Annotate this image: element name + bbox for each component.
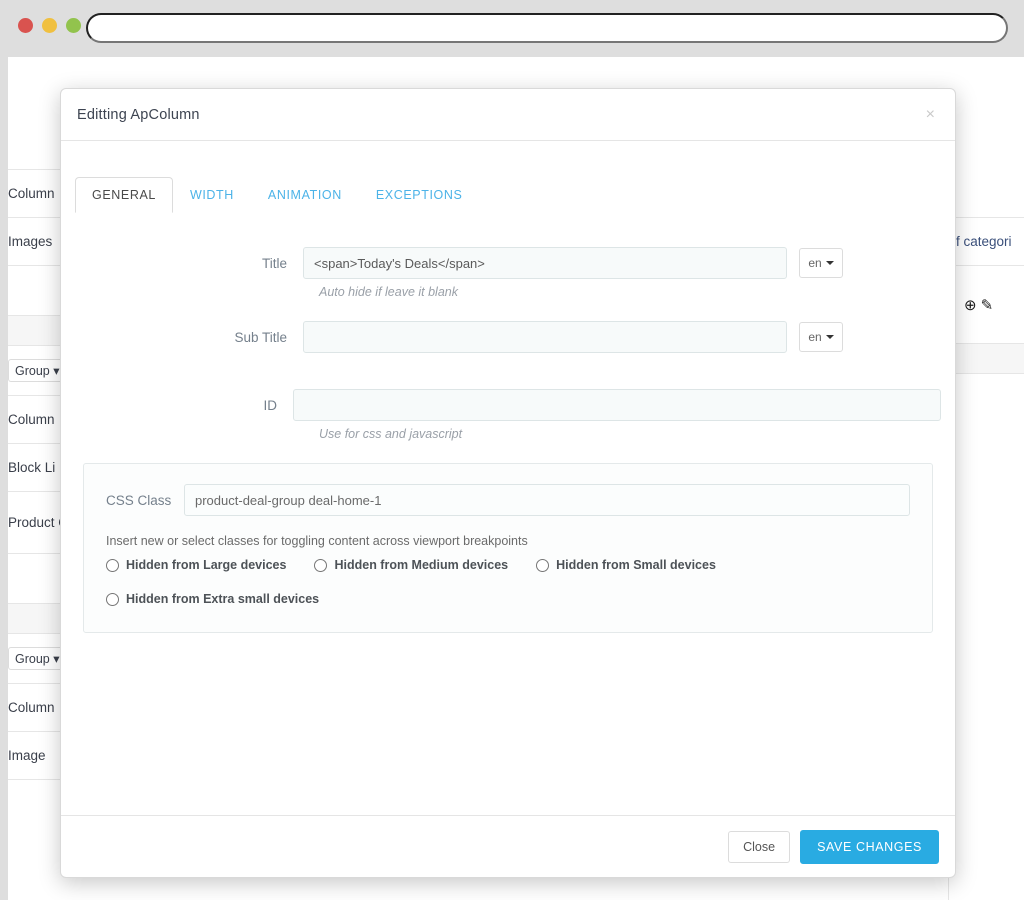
- css-class-panel: CSS Class Insert new or select classes f…: [83, 463, 933, 633]
- close-window-button[interactable]: [18, 18, 33, 33]
- title-input[interactable]: [303, 247, 787, 279]
- css-class-row: CSS Class: [106, 484, 910, 516]
- radio-hidden-large-input[interactable]: [106, 558, 119, 572]
- radio-hidden-small[interactable]: Hidden from Small devices: [536, 558, 716, 572]
- title-language-label: en: [808, 256, 822, 270]
- radio-hidden-small-label: Hidden from Small devices: [556, 558, 716, 572]
- tab-width[interactable]: WIDTH: [173, 177, 251, 213]
- radio-hidden-extra-small-label: Hidden from Extra small devices: [126, 592, 320, 606]
- css-class-input[interactable]: [184, 484, 910, 516]
- css-class-label: CSS Class: [106, 492, 172, 508]
- radio-hidden-medium-input[interactable]: [314, 558, 328, 572]
- address-bar-input[interactable]: [86, 13, 1008, 43]
- save-changes-button[interactable]: SAVE CHANGES: [800, 829, 939, 864]
- id-field-row: ID: [75, 389, 941, 421]
- radio-hidden-medium[interactable]: Hidden from Medium devices: [314, 558, 508, 572]
- zoom-window-button[interactable]: [66, 18, 81, 33]
- title-field-row: Title en: [75, 247, 941, 279]
- subtitle-field-row: Sub Title en: [75, 321, 941, 353]
- radio-hidden-extra-small[interactable]: Hidden from Extra small devices: [106, 592, 910, 606]
- window-controls: [18, 18, 81, 33]
- general-tab-panel: Title en Auto hide if leave it blank Sub…: [75, 213, 941, 633]
- modal-body: GENERAL WIDTH ANIMATION EXCEPTIONS Title…: [61, 141, 955, 815]
- minimize-window-button[interactable]: [42, 18, 57, 33]
- id-label: ID: [263, 397, 278, 413]
- title-language-dropdown[interactable]: en: [799, 248, 843, 278]
- edit-column-modal: Editting ApColumn × GENERAL WIDTH ANIMAT…: [60, 88, 956, 878]
- subtitle-input[interactable]: [303, 321, 787, 353]
- subtitle-language-label: en: [808, 330, 822, 344]
- title-help-text: Auto hide if leave it blank: [319, 285, 458, 299]
- chevron-down-icon: [825, 335, 834, 339]
- modal-footer: Close SAVE CHANGES: [61, 815, 955, 877]
- tab-animation[interactable]: ANIMATION: [251, 177, 359, 213]
- radio-hidden-large[interactable]: Hidden from Large devices: [106, 558, 286, 572]
- subtitle-language-dropdown[interactable]: en: [799, 322, 843, 352]
- modal-header: Editting ApColumn ×: [61, 89, 955, 141]
- modal-title: Editting ApColumn: [77, 106, 200, 123]
- radio-hidden-small-input[interactable]: [536, 558, 550, 572]
- id-input[interactable]: [293, 389, 941, 421]
- close-button[interactable]: Close: [728, 830, 791, 863]
- subtitle-label: Sub Title: [234, 329, 287, 345]
- modal-tabs: GENERAL WIDTH ANIMATION EXCEPTIONS: [75, 175, 941, 213]
- radio-hidden-extra-small-input[interactable]: [106, 592, 119, 606]
- id-help-text: Use for css and javascript: [319, 427, 463, 441]
- css-class-hint: Insert new or select classes for togglin…: [106, 534, 528, 548]
- tab-exceptions[interactable]: EXCEPTIONS: [359, 177, 480, 213]
- radio-hidden-large-label: Hidden from Large devices: [126, 558, 287, 572]
- browser-chrome: [0, 0, 1024, 57]
- radio-hidden-medium-label: Hidden from Medium devices: [334, 558, 509, 572]
- breakpoint-options: Hidden from Large devices Hidden from Me…: [106, 558, 910, 606]
- close-icon[interactable]: ×: [922, 105, 939, 125]
- tab-general[interactable]: GENERAL: [75, 177, 173, 213]
- title-label: Title: [261, 255, 287, 271]
- chevron-down-icon: [825, 261, 834, 265]
